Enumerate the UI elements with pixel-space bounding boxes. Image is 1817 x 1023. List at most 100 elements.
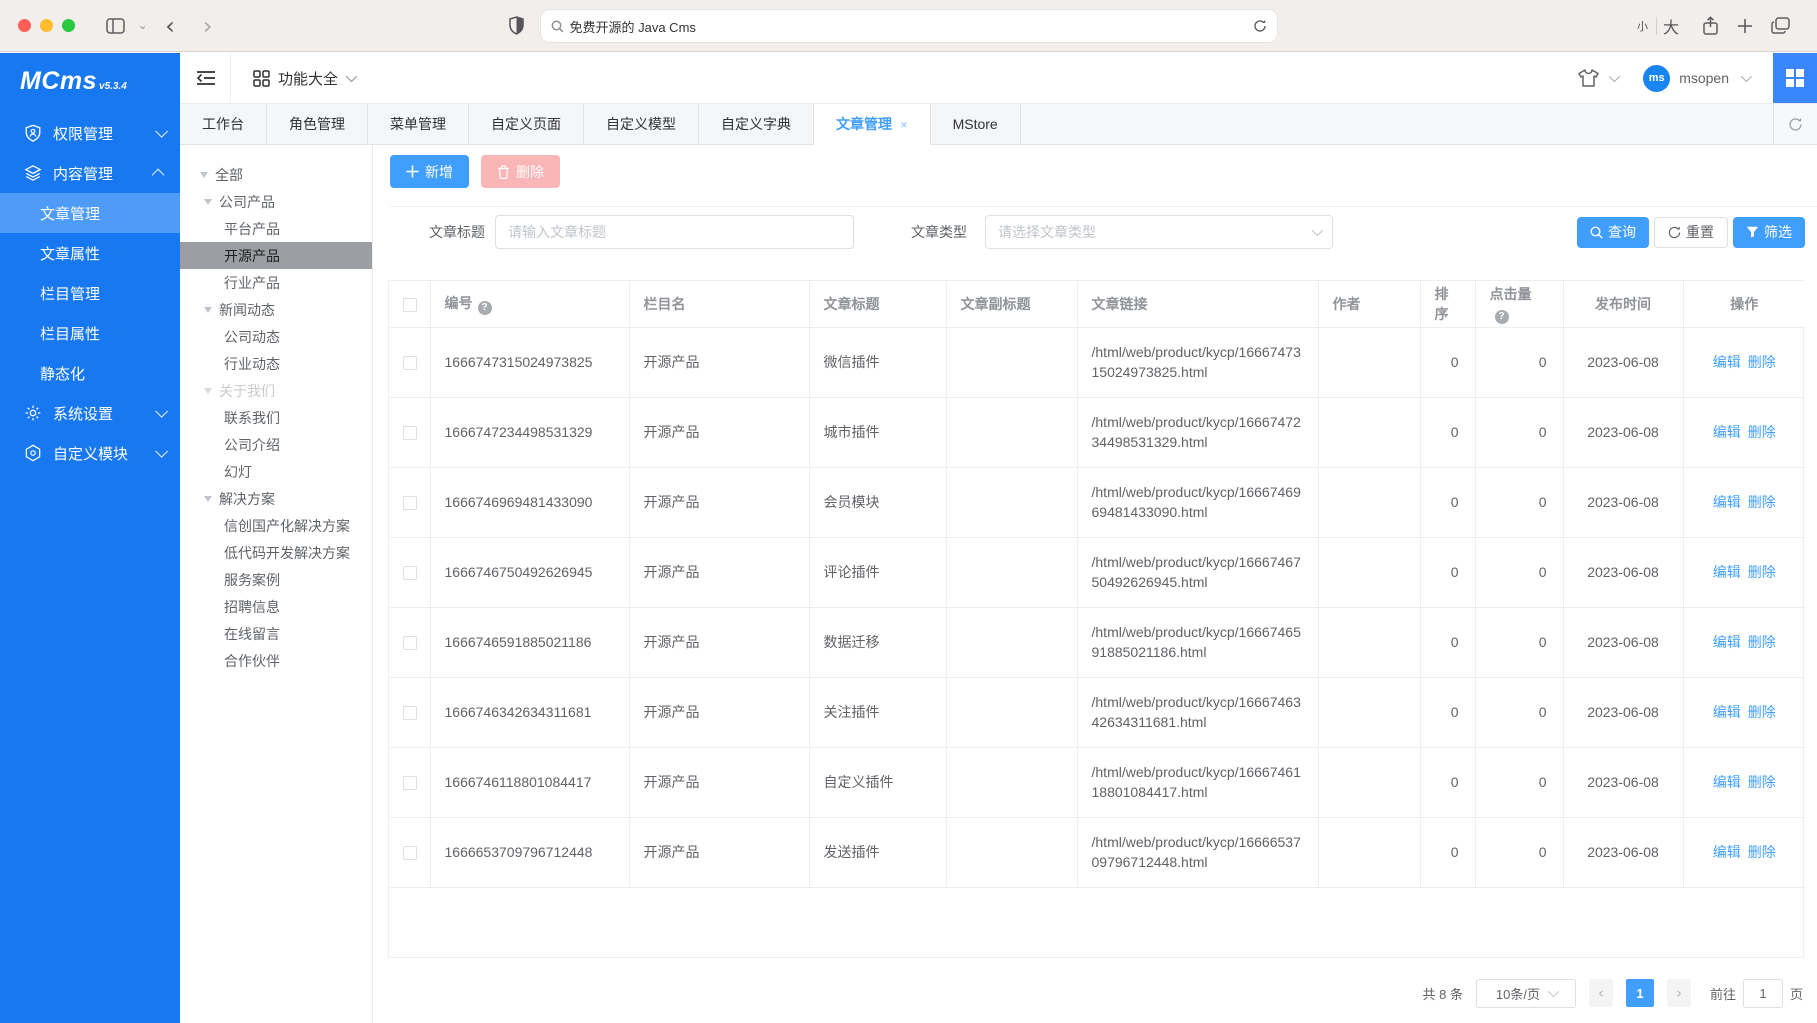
tab-自定义页面[interactable]: 自定义页面 (469, 104, 584, 144)
edit-link[interactable]: 编辑 (1713, 704, 1741, 720)
refresh-tabs-icon[interactable] (1773, 104, 1817, 144)
apps-grid-button[interactable] (1773, 53, 1817, 103)
row-checkbox[interactable] (403, 426, 417, 440)
logo[interactable]: MCms v5.3.4 (0, 53, 180, 105)
prev-page-button[interactable]: ‹ (1589, 979, 1613, 1007)
expand-arrow-icon[interactable] (204, 307, 212, 313)
help-icon[interactable]: ? (1495, 310, 1509, 324)
row-checkbox[interactable] (403, 356, 417, 370)
sidebar-item[interactable]: 内容管理 (0, 153, 180, 193)
tree-node[interactable]: 幻灯 (180, 458, 372, 485)
tree-node[interactable]: 在线留言 (180, 620, 372, 647)
page-size-select[interactable]: 10条/页 (1476, 979, 1576, 1008)
new-tab-icon[interactable] (1737, 18, 1753, 34)
edit-link[interactable]: 编辑 (1713, 844, 1741, 860)
add-button[interactable]: 新增 (390, 155, 469, 188)
tree-node[interactable]: 平台产品 (180, 215, 372, 242)
delete-link[interactable]: 删除 (1748, 634, 1776, 650)
delete-link[interactable]: 删除 (1748, 704, 1776, 720)
tree-node[interactable]: 联系我们 (180, 404, 372, 431)
chevron-down-icon[interactable] (1609, 71, 1620, 82)
back-button[interactable]: ‹ (165, 14, 175, 38)
mega-menu-trigger[interactable]: 功能大全 (253, 68, 354, 89)
delete-link[interactable]: 删除 (1748, 564, 1776, 580)
theme-skin-icon[interactable] (1578, 69, 1599, 87)
delete-link[interactable]: 删除 (1748, 844, 1776, 860)
edit-link[interactable]: 编辑 (1713, 564, 1741, 580)
username[interactable]: msopen (1679, 70, 1729, 86)
delete-link[interactable]: 删除 (1748, 424, 1776, 440)
tree-node[interactable]: 合作伙伴 (180, 647, 372, 674)
search-button[interactable]: 查询 (1577, 217, 1649, 248)
sidebar-subitem[interactable]: 栏目属性 (0, 313, 180, 353)
page-number-button[interactable]: 1 (1626, 979, 1654, 1007)
next-page-button[interactable]: › (1667, 979, 1691, 1007)
share-icon[interactable] (1702, 16, 1719, 36)
tree-node[interactable]: 全部 (180, 161, 372, 188)
help-icon[interactable]: ? (478, 301, 492, 315)
tree-node[interactable]: 公司产品 (180, 188, 372, 215)
edit-link[interactable]: 编辑 (1713, 354, 1741, 370)
text-smaller-button[interactable]: 小 (1637, 18, 1648, 34)
expand-arrow-icon[interactable] (204, 199, 212, 205)
tree-node[interactable]: 行业动态 (180, 350, 372, 377)
fullscreen-window-button[interactable] (62, 19, 75, 32)
edit-link[interactable]: 编辑 (1713, 634, 1741, 650)
sidebar-subitem[interactable]: 栏目管理 (0, 273, 180, 313)
delete-link[interactable]: 删除 (1748, 774, 1776, 790)
tab-菜单管理[interactable]: 菜单管理 (368, 104, 469, 144)
tab-工作台[interactable]: 工作台 (180, 104, 267, 144)
delete-link[interactable]: 删除 (1748, 494, 1776, 510)
tree-node[interactable]: 信创国产化解决方案 (180, 512, 372, 539)
tree-node[interactable]: 公司动态 (180, 323, 372, 350)
chevron-down-icon[interactable]: ⌄ (138, 19, 147, 32)
tree-node[interactable]: 解决方案 (180, 485, 372, 512)
forward-button[interactable]: › (203, 14, 213, 38)
title-filter-input[interactable] (495, 215, 854, 249)
collapse-sidebar-icon[interactable] (196, 69, 216, 87)
sidebar-subitem[interactable]: 文章属性 (0, 233, 180, 273)
tree-node[interactable]: 开源产品 (180, 242, 372, 269)
close-window-button[interactable] (18, 19, 31, 32)
expand-arrow-icon[interactable] (200, 172, 208, 178)
row-checkbox[interactable] (403, 776, 417, 790)
goto-page-input[interactable] (1743, 979, 1783, 1008)
delete-button[interactable]: 删除 (481, 155, 560, 188)
tab-角色管理[interactable]: 角色管理 (267, 104, 368, 144)
text-larger-button[interactable]: 大 (1663, 14, 1679, 38)
expand-arrow-icon[interactable] (204, 388, 212, 394)
sidebar-item[interactable]: 自定义模块 (0, 433, 180, 473)
address-bar[interactable]: 免费开源的 Java Cms (541, 10, 1277, 42)
sidebar-item[interactable]: 权限管理 (0, 113, 180, 153)
tree-node[interactable]: 关于我们 (180, 377, 372, 404)
tab-overview-icon[interactable] (1771, 17, 1790, 34)
tree-node[interactable]: 新闻动态 (180, 296, 372, 323)
edit-link[interactable]: 编辑 (1713, 774, 1741, 790)
tree-node[interactable]: 服务案例 (180, 566, 372, 593)
expand-arrow-icon[interactable] (204, 496, 212, 502)
tab-自定义字典[interactable]: 自定义字典 (699, 104, 814, 144)
tree-node[interactable]: 公司介绍 (180, 431, 372, 458)
sidebar-item[interactable]: 系统设置 (0, 393, 180, 433)
sidebar-subitem[interactable]: 文章管理 (0, 193, 180, 233)
chevron-down-icon[interactable] (1741, 71, 1752, 82)
reload-icon[interactable] (1253, 19, 1267, 33)
tab-文章管理[interactable]: 文章管理× (814, 104, 931, 145)
row-checkbox[interactable] (403, 566, 417, 580)
sidebar-toggle-icon[interactable] (106, 18, 125, 34)
filter-button[interactable]: 筛选 (1733, 217, 1805, 248)
edit-link[interactable]: 编辑 (1713, 424, 1741, 440)
delete-link[interactable]: 删除 (1748, 354, 1776, 370)
reset-button[interactable]: 重置 (1654, 217, 1728, 248)
row-checkbox[interactable] (403, 496, 417, 510)
tree-node[interactable]: 行业产品 (180, 269, 372, 296)
tab-自定义模型[interactable]: 自定义模型 (584, 104, 699, 144)
sidebar-subitem[interactable]: 静态化 (0, 353, 180, 393)
row-checkbox[interactable] (403, 706, 417, 720)
minimize-window-button[interactable] (40, 19, 53, 32)
tab-MStore[interactable]: MStore (931, 104, 1021, 144)
tree-node[interactable]: 低代码开发解决方案 (180, 539, 372, 566)
edit-link[interactable]: 编辑 (1713, 494, 1741, 510)
type-filter-select[interactable]: 请选择文章类型 (985, 215, 1333, 249)
row-checkbox[interactable] (403, 846, 417, 860)
